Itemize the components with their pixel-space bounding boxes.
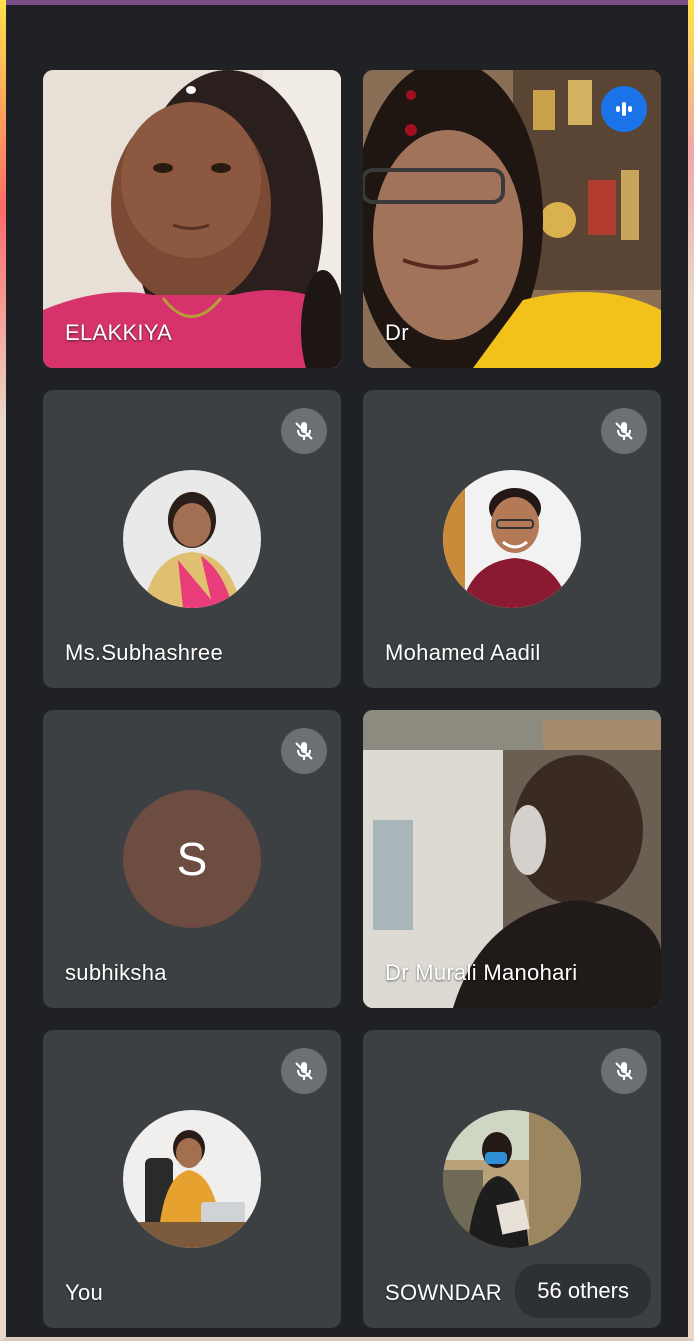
- participant-tile-subhiksha[interactable]: S subhiksha: [43, 710, 341, 1008]
- participant-name: Dr: [385, 320, 409, 345]
- avatar: [123, 470, 261, 608]
- participant-tile-sowndar[interactable]: SOWNDAR 56 others: [363, 1030, 661, 1328]
- participant-grid: ELAKKIYA Dr Ms.Subhashree Mohamed Aadil …: [43, 70, 662, 1328]
- frame-accent: [688, 0, 694, 300]
- mic-off-icon: [281, 728, 327, 774]
- frame-accent: [0, 0, 6, 420]
- mic-off-icon: [281, 408, 327, 454]
- participant-tile-mohamed-aadil[interactable]: Mohamed Aadil: [363, 390, 661, 688]
- participant-tile-elakkiya[interactable]: ELAKKIYA: [43, 70, 341, 368]
- participant-name: Ms.Subhashree: [65, 640, 223, 665]
- avatar: [443, 470, 581, 608]
- participant-tile-you[interactable]: You: [43, 1030, 341, 1328]
- mic-off-icon: [601, 1048, 647, 1094]
- participant-tile-subhashree[interactable]: Ms.Subhashree: [43, 390, 341, 688]
- avatar: [123, 1110, 261, 1248]
- participant-name: SOWNDAR: [385, 1280, 502, 1305]
- participant-tile-dr-murali-manohari[interactable]: Dr Murali Manohari: [363, 710, 661, 1008]
- audio-level-icon: [601, 86, 647, 132]
- participant-name: You: [65, 1280, 104, 1305]
- mic-off-icon: [601, 408, 647, 454]
- participant-name: Dr Murali Manohari: [385, 960, 578, 985]
- others-count-button[interactable]: 56 others: [515, 1264, 651, 1318]
- avatar: [443, 1110, 581, 1248]
- participant-name: subhiksha: [65, 960, 167, 985]
- avatar: S: [123, 790, 261, 928]
- participant-name: ELAKKIYA: [65, 320, 173, 345]
- participant-tile-dr[interactable]: Dr: [363, 70, 661, 368]
- mic-off-icon: [281, 1048, 327, 1094]
- participant-name: Mohamed Aadil: [385, 640, 541, 665]
